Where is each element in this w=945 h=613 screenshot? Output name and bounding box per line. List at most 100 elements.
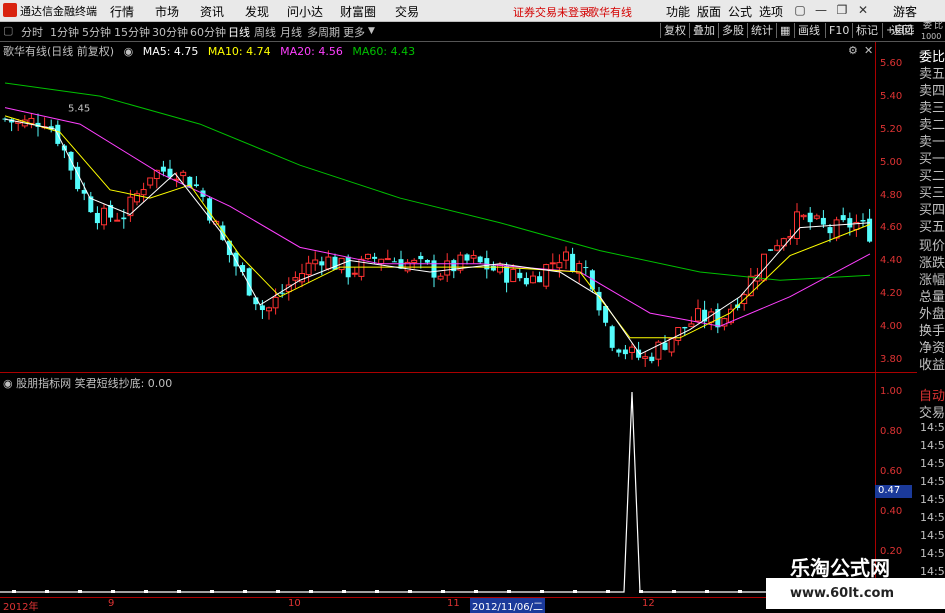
period-weekly[interactable]: 周线 (254, 24, 276, 40)
panel-toggle-icon[interactable]: ▢ (3, 24, 13, 37)
candle-body (662, 342, 668, 350)
candle-body (259, 305, 265, 311)
period-1min[interactable]: 1分钟 (50, 24, 79, 40)
candle-body (121, 217, 127, 220)
menu-formula[interactable]: 公式 (728, 3, 752, 20)
candle-body (616, 349, 622, 353)
minimize-icon[interactable]: — (811, 0, 831, 21)
candle-body (325, 256, 332, 270)
y-tick: 5.60 (880, 58, 903, 69)
candle-body (444, 260, 451, 276)
candle-body (649, 356, 655, 362)
close-icon[interactable]: ✕ (853, 0, 873, 21)
y-tick: 4.20 (880, 288, 903, 299)
login-notice[interactable]: 证券交易未登录 (513, 4, 590, 20)
y-tick: 5.20 (880, 124, 903, 135)
chat-icon[interactable]: ▢ (790, 0, 810, 21)
candle-body (160, 166, 166, 172)
period-multi[interactable]: 多周期 (307, 24, 340, 40)
trade-time: 14:56 (920, 457, 945, 470)
candle-body (312, 259, 319, 265)
candle-body (272, 296, 279, 309)
trade-time: 14:56 (920, 529, 945, 542)
candle-body (391, 261, 397, 263)
indicator-dot (12, 590, 16, 593)
candle-body (431, 260, 437, 278)
indicator-dot (177, 590, 181, 593)
indicator-dot (672, 590, 676, 593)
candle-body (305, 262, 312, 276)
menu-news[interactable]: 资讯 (200, 3, 224, 20)
adjust-button[interactable]: 复权 (660, 23, 689, 38)
multi-stock-button[interactable]: 多股 (718, 23, 747, 38)
menu-market-quotes[interactable]: 行情 (110, 3, 134, 20)
indicator-dot (441, 590, 445, 593)
candle-body (279, 292, 285, 294)
candle-body (629, 346, 635, 353)
candle-body (860, 220, 866, 222)
menu-trade[interactable]: 交易 (395, 3, 419, 20)
candle-body (351, 272, 358, 275)
candle-body (543, 264, 550, 287)
f10-button[interactable]: F10 (825, 23, 852, 38)
overlay-button[interactable]: 叠加 (689, 23, 718, 38)
ma60-line (4, 82, 871, 281)
menu-market[interactable]: 市场 (155, 3, 179, 20)
back-button[interactable]: 返回 (888, 23, 916, 38)
period-daily[interactable]: 日线 (228, 24, 250, 40)
candle-body (266, 307, 272, 312)
period-15min[interactable]: 15分钟 (114, 24, 150, 40)
candle-body (470, 254, 477, 259)
period-intraday[interactable]: 分时 (21, 24, 43, 40)
period-more[interactable]: 更多 (343, 24, 365, 40)
candle-body (840, 215, 846, 221)
trade-time: 14:56 (920, 475, 945, 488)
menu-wealth-circle[interactable]: 财富圈 (340, 3, 376, 20)
trade-panel: 自动 交易 14:56 14:56 14:56 14:56 14:56 14:5… (917, 385, 945, 609)
y-tick-ind: 1.00 (880, 386, 903, 397)
candle-body (827, 227, 833, 234)
quote-panel: 委比 卖五 卖四 卖三 卖二 卖一 买一 买二 买三 买四 买五 现价 涨跌 涨… (917, 42, 945, 373)
candle-body (378, 258, 385, 265)
auto-trade-label2[interactable]: 交易 (919, 402, 945, 421)
candle-body (365, 253, 371, 260)
menu-ask[interactable]: 问小达 (287, 3, 323, 20)
watermark-url: www.60lt.com (790, 586, 895, 601)
mark-button[interactable]: 标记 (852, 23, 881, 38)
y-tick: 4.80 (880, 190, 903, 201)
indicator-chart[interactable] (0, 386, 875, 597)
restore-icon[interactable]: ❐ (832, 0, 852, 21)
period-5min[interactable]: 5分钟 (82, 24, 111, 40)
quote-earnings: 收益 (919, 358, 945, 373)
candle-body (384, 258, 391, 261)
draw-line-button[interactable]: 画线 (794, 23, 823, 38)
candle-body (583, 267, 589, 269)
menu-options[interactable]: 选项 (759, 3, 783, 20)
candle-body (167, 168, 173, 177)
indicator-dot (606, 590, 610, 593)
menu-layout[interactable]: 版面 (697, 3, 721, 20)
candle-body (418, 255, 424, 260)
period-60min[interactable]: 60分钟 (190, 24, 226, 40)
candle-body (332, 256, 338, 270)
menu-discover[interactable]: 发现 (245, 3, 269, 20)
indicator-dot (309, 590, 313, 593)
period-monthly[interactable]: 月线 (280, 24, 302, 40)
title-bar: 通达信金融终端 行情 市场 资讯 发现 问小达 财富圈 交易 证券交易未登录 歌… (0, 0, 945, 22)
menu-function[interactable]: 功能 (666, 3, 690, 20)
candlestick-chart[interactable]: 5.453.82 (0, 42, 875, 373)
price-axis: 5.60 5.40 5.20 5.00 4.80 4.60 4.40 4.20 … (875, 42, 917, 597)
chevron-down-icon[interactable]: ▼ (368, 26, 375, 36)
candle-body (668, 338, 675, 353)
candle-body (820, 217, 826, 225)
candle-body (847, 218, 853, 228)
indicator-dot (705, 590, 709, 593)
candle-body (477, 256, 483, 263)
candle-body (372, 256, 378, 259)
layout-grid-icon[interactable]: ▦ (776, 23, 795, 38)
stats-button[interactable]: 统计 (747, 23, 776, 38)
guest-label[interactable]: 游客 (893, 3, 917, 20)
period-30min[interactable]: 30分钟 (152, 24, 188, 40)
y-tick-ind: 0.40 (880, 506, 903, 517)
candle-body (530, 275, 536, 284)
